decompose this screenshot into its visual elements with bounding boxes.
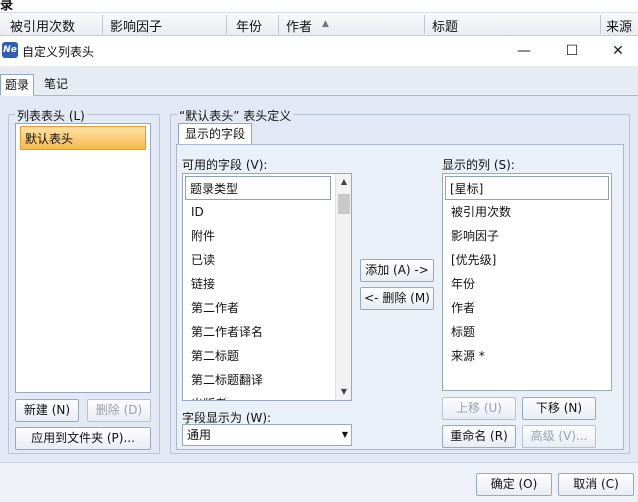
column-header[interactable]: 年份: [236, 16, 262, 35]
display-as-value: 通用: [187, 428, 212, 442]
advanced-button[interactable]: 高级 (V)...: [522, 425, 596, 448]
list-item[interactable]: 第二标题翻译: [187, 368, 263, 392]
chevron-down-icon: ▼: [341, 430, 348, 439]
column-header[interactable]: 影响因子: [110, 16, 162, 35]
delete-button[interactable]: 删除 (D): [87, 399, 151, 422]
list-item[interactable]: 链接: [187, 272, 215, 296]
sort-ascending-icon: ▲: [322, 19, 329, 29]
list-item[interactable]: 第二作者译名: [187, 320, 263, 344]
column-separator: [424, 15, 425, 34]
column-header[interactable]: 标题: [432, 16, 458, 35]
list-item[interactable]: ID: [187, 200, 204, 224]
dialog-body: 列表表头 (L) 默认表头 新建 (N) 删除 (D) 应用到文件夹 (P)..…: [0, 96, 638, 462]
tab-records[interactable]: 题录: [0, 74, 35, 96]
column-separator: [102, 15, 103, 34]
add-field-button[interactable]: 添加 (A) ->: [360, 259, 434, 282]
shown-fields-panel: 可用的字段 (V): 题录类型 ID 附件 已读 链接 第二作者 第二作者译名 …: [176, 144, 624, 450]
cancel-button[interactable]: 取消 (C): [558, 473, 634, 496]
list-item[interactable]: 标题: [447, 320, 475, 344]
shown-columns-list[interactable]: [星标] 被引用次数 影响因子 [优先级] 年份 作者 标题 来源 *: [442, 173, 612, 391]
dialog-title: 自定义列表头: [22, 45, 95, 59]
list-item[interactable]: 出版者: [187, 392, 227, 400]
list-item[interactable]: 题录类型: [185, 176, 331, 200]
background-window: 录 被引用次数 影响因子 年份 作者 ▲ 标题 来源: [0, 0, 638, 36]
list-item[interactable]: 作者: [447, 296, 475, 320]
apply-to-folder-button[interactable]: 应用到文件夹 (P)...: [15, 427, 151, 450]
scroll-up-icon[interactable]: ▲: [336, 174, 351, 190]
scroll-down-icon[interactable]: ▼: [336, 384, 351, 400]
header-list[interactable]: 默认表头: [15, 123, 151, 393]
list-item[interactable]: 第二标题: [187, 344, 239, 368]
close-button[interactable]: ✕: [598, 39, 638, 63]
maximize-button[interactable]: ☐: [552, 39, 592, 63]
tab-notes[interactable]: 笔记: [40, 74, 72, 96]
available-fields-label: 可用的字段 (V):: [182, 158, 268, 172]
group-legend: 列表表头 (L): [15, 107, 87, 124]
list-item[interactable]: 已读: [187, 248, 215, 272]
group-legend: “默认表头” 表头定义: [177, 107, 294, 124]
app-logo-icon: Ne: [2, 42, 18, 58]
list-item[interactable]: 影响因子: [447, 224, 499, 248]
list-item[interactable]: 被引用次数: [447, 200, 511, 224]
new-button[interactable]: 新建 (N): [15, 399, 79, 422]
move-up-button[interactable]: 上移 (U): [442, 397, 516, 420]
column-separator: [278, 15, 279, 34]
header-list-group: 列表表头 (L) 默认表头 新建 (N) 删除 (D) 应用到文件夹 (P)..…: [8, 107, 160, 454]
scroll-thumb[interactable]: [338, 194, 350, 214]
tab-shown-fields[interactable]: 显示的字段: [178, 123, 253, 145]
display-as-select[interactable]: 通用 ▼: [182, 424, 352, 446]
list-item[interactable]: 来源 *: [447, 344, 485, 368]
column-header[interactable]: 作者: [286, 16, 312, 35]
vertical-scrollbar[interactable]: ▲ ▼: [335, 174, 351, 400]
column-header[interactable]: 被引用次数: [10, 16, 75, 35]
move-down-button[interactable]: 下移 (N): [522, 397, 596, 420]
list-item[interactable]: 年份: [447, 272, 475, 296]
remove-field-button[interactable]: <- 删除 (M): [360, 287, 434, 310]
minimize-button[interactable]: —: [504, 39, 544, 63]
list-item[interactable]: 第二作者: [187, 296, 239, 320]
column-header[interactable]: 来源: [606, 16, 632, 35]
column-separator: [226, 15, 227, 34]
rename-button[interactable]: 重命名 (R): [442, 425, 516, 448]
list-item[interactable]: 默认表头: [20, 126, 146, 150]
list-item[interactable]: [优先级]: [447, 248, 496, 272]
list-item[interactable]: [星标]: [445, 176, 609, 200]
dialog-footer: 确定 (O) 取消 (C): [0, 462, 638, 502]
ok-button[interactable]: 确定 (O): [476, 473, 552, 496]
dialog-titlebar: Ne 自定义列表头 — ☐ ✕: [0, 36, 638, 66]
tab-strip: 题录 笔记: [0, 66, 638, 96]
column-header-row: 被引用次数 影响因子 年份 作者 ▲ 标题 来源: [0, 12, 638, 36]
shown-columns-label: 显示的列 (S):: [442, 158, 515, 172]
available-fields-list[interactable]: 题录类型 ID 附件 已读 链接 第二作者 第二作者译名 第二标题 第二标题翻译…: [182, 173, 352, 401]
column-separator: [600, 15, 601, 34]
list-item[interactable]: 附件: [187, 224, 215, 248]
